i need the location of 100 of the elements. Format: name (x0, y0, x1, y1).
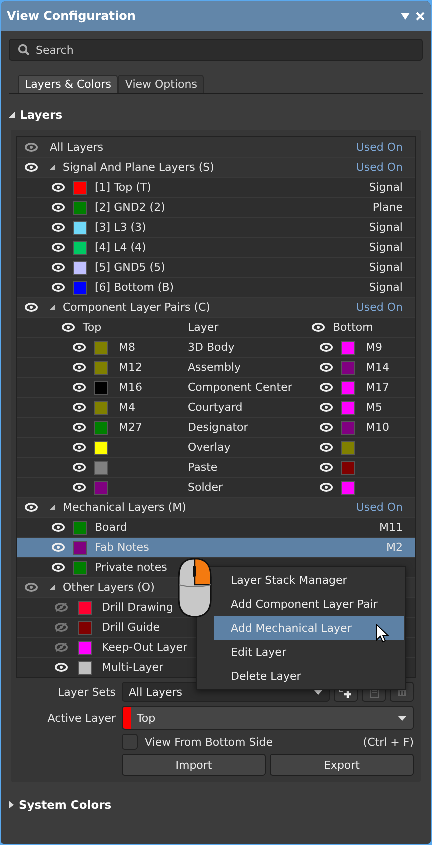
color-swatch[interactable] (73, 560, 87, 574)
layer-name: M4 (119, 401, 136, 414)
color-swatch[interactable] (73, 200, 87, 214)
used-on-label: Plane (372, 201, 403, 214)
section-title: System Colors (19, 798, 112, 812)
layer-row[interactable]: [2] GND2 (2) Plane (17, 197, 415, 217)
layer-row[interactable]: [5] GND5 (5) Signal (17, 257, 415, 277)
column-header: Used On (356, 501, 403, 514)
column-header: Top (83, 321, 102, 334)
layer-name: Drill Drawing (102, 601, 174, 614)
color-swatch[interactable] (94, 360, 108, 374)
color-swatch[interactable] (94, 440, 108, 454)
layer-name: M10 (366, 421, 390, 434)
layer-row[interactable]: [3] L3 (3) Signal (17, 217, 415, 237)
checkbox[interactable] (122, 734, 138, 750)
close-icon[interactable] (416, 12, 425, 20)
color-swatch[interactable] (94, 380, 108, 394)
menu-item[interactable]: Edit Layer (214, 640, 404, 664)
color-swatch[interactable] (73, 540, 87, 554)
eye-hidden-icon[interactable] (55, 603, 68, 612)
used-on-label: Signal (369, 221, 403, 234)
used-on-label: Signal (369, 181, 403, 194)
color-swatch[interactable] (78, 620, 92, 634)
color-swatch[interactable] (341, 440, 355, 454)
expanded-triangle-icon[interactable] (50, 165, 55, 170)
layer-name: Component Center (188, 381, 294, 394)
color-swatch[interactable] (341, 420, 355, 434)
action-button[interactable]: Import (122, 754, 266, 776)
group-label[interactable]: Signal And Plane Layers (S) (63, 161, 356, 174)
column-header: Bottom (333, 321, 374, 334)
used-on-label: M11 (380, 521, 403, 534)
menu-item[interactable]: Add Mechanical Layer (214, 616, 404, 640)
layer-name: M16 (119, 381, 142, 394)
collapsed-triangle-icon[interactable] (9, 801, 14, 809)
layer-name: Drill Guide (102, 621, 160, 634)
layer-name: M8 (119, 341, 136, 354)
layer-name: [2] GND2 (2) (95, 201, 166, 214)
color-swatch[interactable] (73, 180, 87, 194)
color-swatch[interactable] (94, 420, 108, 434)
search-field[interactable]: Search (9, 39, 423, 61)
color-swatch[interactable] (341, 480, 355, 494)
expanded-triangle-icon[interactable] (50, 585, 55, 590)
window-title: View Configuration (7, 9, 137, 23)
layer-name: M17 (366, 381, 390, 394)
layer-row[interactable]: [1] Top (T) Signal (17, 177, 415, 197)
group-label[interactable]: Mechanical Layers (M) (63, 501, 356, 514)
active-layer-dropdown[interactable]: Top (122, 706, 414, 730)
color-swatch[interactable] (341, 400, 355, 414)
layer-name: [5] GND5 (5) (95, 261, 166, 274)
color-swatch[interactable] (341, 360, 355, 374)
expanded-triangle-icon[interactable] (9, 112, 15, 118)
layer-row[interactable]: [4] L4 (4) Signal (17, 237, 415, 257)
color-swatch[interactable] (341, 340, 355, 354)
color-swatch[interactable] (94, 460, 108, 474)
column-header: Used On (356, 140, 403, 154)
tab[interactable]: Layers & Colors (18, 75, 118, 93)
color-swatch[interactable] (73, 240, 87, 254)
mouse-pointer-icon (376, 624, 390, 643)
color-swatch[interactable] (78, 600, 92, 614)
column-header: Used On (356, 161, 403, 174)
color-swatch[interactable] (73, 520, 87, 534)
column-header: Used On (356, 301, 403, 314)
color-swatch[interactable] (94, 400, 108, 414)
search-input[interactable]: Search (36, 44, 414, 56)
layer-name: Fab Notes (95, 541, 150, 554)
eye-hidden-icon[interactable] (55, 623, 68, 632)
layer-name: M14 (366, 361, 390, 374)
dropdown-arrow-icon[interactable] (401, 12, 410, 20)
color-swatch[interactable] (73, 220, 87, 234)
layer-name: [6] Bottom (B) (95, 281, 174, 294)
used-on-label: Signal (369, 281, 403, 294)
tab[interactable]: View Options (118, 75, 204, 93)
layer-name: M5 (366, 401, 382, 414)
menu-item[interactable]: Add Component Layer Pair (214, 592, 404, 616)
section-title: Layers (20, 108, 63, 122)
color-swatch[interactable] (341, 460, 355, 474)
eye-hidden-icon[interactable] (55, 643, 68, 652)
expanded-triangle-icon[interactable] (50, 305, 55, 310)
dropdown-arrow-icon (314, 690, 323, 694)
color-swatch[interactable] (78, 660, 92, 674)
layer-name: Solder (188, 481, 224, 494)
field-label: Active Layer (46, 712, 116, 724)
mouse-icon (177, 558, 213, 618)
layer-name: [4] L4 (4) (95, 241, 146, 254)
layer-name: Board (95, 521, 128, 534)
color-swatch[interactable] (94, 480, 108, 494)
color-swatch[interactable] (73, 260, 87, 274)
field-label: Layer Sets (57, 686, 116, 698)
layer-name: Assembly (188, 361, 242, 374)
color-swatch[interactable] (341, 380, 355, 394)
action-button[interactable]: Export (270, 754, 414, 776)
expanded-triangle-icon[interactable] (50, 505, 55, 510)
color-swatch[interactable] (73, 280, 87, 294)
color-swatch[interactable] (78, 640, 92, 654)
layer-name: 3D Body (188, 341, 236, 354)
color-swatch[interactable] (94, 340, 108, 354)
layer-name: Overlay (188, 441, 232, 454)
used-on-label: M2 (386, 541, 403, 554)
group-label[interactable]: Component Layer Pairs (C) (63, 301, 356, 314)
shortcut-hint: (Ctrl + F) (363, 736, 414, 748)
